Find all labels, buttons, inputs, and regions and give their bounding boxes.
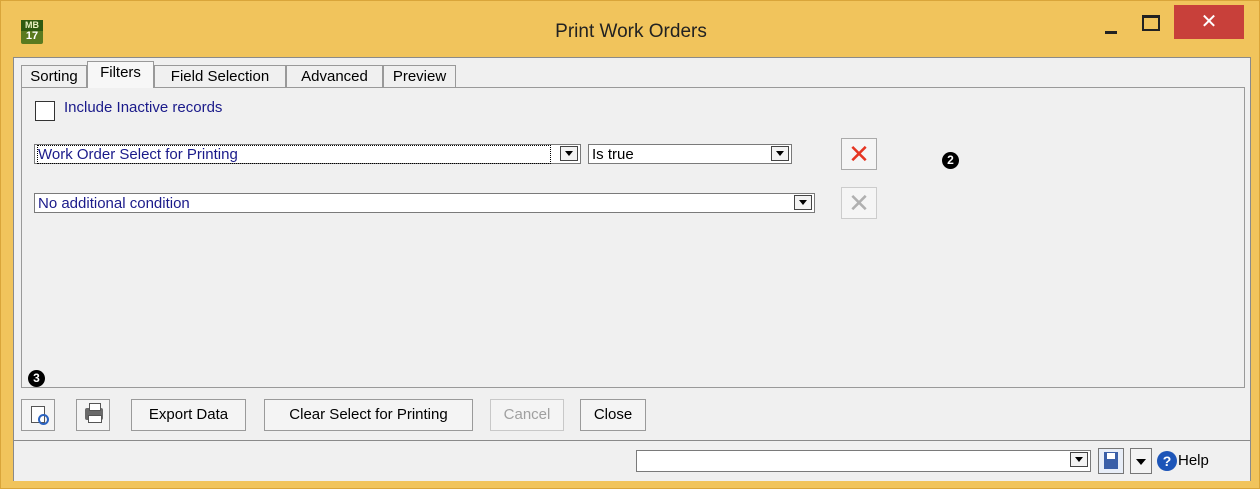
condition2-field-select[interactable]: No additional condition: [34, 193, 815, 213]
tab-sorting[interactable]: Sorting: [21, 65, 87, 87]
print-preview-button[interactable]: [21, 399, 55, 431]
print-preview-icon: [31, 406, 49, 425]
chevron-down-icon[interactable]: [1070, 452, 1088, 467]
maximize-icon: [1142, 15, 1160, 31]
condition2-field-value: No additional condition: [38, 195, 190, 212]
save-options-dropdown-button[interactable]: [1130, 448, 1152, 474]
maximize-button[interactable]: [1132, 9, 1172, 43]
title-bar[interactable]: MB 17 Print Work Orders ✕: [1, 1, 1259, 53]
minimize-button[interactable]: [1091, 9, 1131, 43]
export-data-button[interactable]: Export Data: [131, 399, 246, 431]
include-inactive-label[interactable]: Include Inactive records: [64, 99, 222, 116]
tab-advanced[interactable]: Advanced: [286, 65, 383, 87]
window-title: Print Work Orders: [555, 21, 707, 42]
print-button[interactable]: [76, 399, 110, 431]
minimize-icon: [1105, 31, 1117, 34]
remove-condition2-button[interactable]: ✕: [841, 187, 877, 219]
chevron-down-icon[interactable]: [771, 146, 789, 161]
help-icon: ?: [1157, 451, 1177, 471]
save-layout-button[interactable]: [1098, 448, 1124, 474]
condition1-field-value: Work Order Select for Printing: [37, 145, 551, 164]
chevron-down-icon[interactable]: [560, 146, 578, 161]
chevron-down-icon[interactable]: [794, 195, 812, 210]
print-work-orders-window: MB 17 Print Work Orders ✕ Sorting Filter…: [0, 0, 1260, 489]
close-button[interactable]: Close: [580, 399, 646, 431]
help-label: Help: [1178, 452, 1209, 469]
tab-field-selection[interactable]: Field Selection: [154, 65, 286, 87]
include-inactive-checkbox[interactable]: [35, 101, 55, 121]
condition1-operator-value: Is true: [592, 146, 634, 163]
clear-select-for-printing-button[interactable]: Clear Select for Printing: [264, 399, 473, 431]
cancel-button[interactable]: Cancel: [490, 399, 564, 431]
status-bar: ? Help: [14, 440, 1250, 481]
remove-condition1-button[interactable]: ✕: [841, 138, 877, 170]
tab-filters[interactable]: Filters: [87, 61, 154, 88]
delete-x-icon: ✕: [848, 188, 870, 218]
filters-tab-page: Include Inactive records Work Order Sele…: [21, 87, 1245, 388]
condition1-operator-select[interactable]: Is true: [588, 144, 792, 164]
close-icon: ✕: [1200, 11, 1218, 33]
layout-select[interactable]: [636, 450, 1091, 472]
annotation-marker-2: 2: [942, 152, 959, 169]
client-area: Sorting Filters Field Selection Advanced…: [13, 57, 1251, 481]
delete-x-icon: ✕: [848, 139, 870, 169]
printer-icon: [85, 403, 103, 423]
tab-preview[interactable]: Preview: [383, 65, 456, 87]
close-window-button[interactable]: ✕: [1174, 5, 1244, 39]
condition1-field-select[interactable]: Work Order Select for Printing: [34, 144, 581, 164]
annotation-marker-3: 3: [28, 370, 45, 387]
